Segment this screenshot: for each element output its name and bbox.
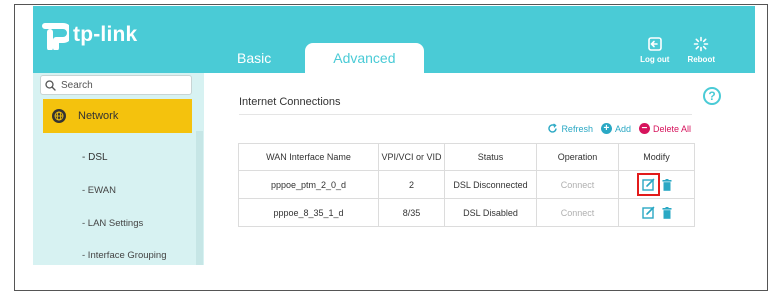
status-cell: DSL Disconnected bbox=[444, 170, 537, 199]
modify-cell bbox=[618, 198, 695, 227]
vpi-cell: 8/35 bbox=[378, 198, 445, 227]
logo-mark-icon bbox=[41, 20, 73, 51]
help-icon[interactable]: ? bbox=[703, 87, 721, 105]
sidebar-scrollbar[interactable] bbox=[196, 131, 203, 265]
sidebar-item-network-label: Network bbox=[78, 110, 119, 122]
refresh-label: Refresh bbox=[561, 123, 593, 134]
connect-button[interactable]: Connect bbox=[536, 198, 619, 227]
tp-link-logo[interactable]: tp-link bbox=[41, 20, 138, 51]
search-icon bbox=[45, 79, 56, 91]
search-box[interactable] bbox=[40, 75, 192, 95]
sidebar-item-dsl[interactable]: - DSL bbox=[82, 152, 108, 163]
top-actions: Log out Reboot bbox=[640, 36, 715, 64]
trash-icon[interactable] bbox=[662, 178, 672, 191]
table-actions: Refresh + Add − Delete All bbox=[547, 123, 691, 134]
sidebar-item-lan-settings[interactable]: - LAN Settings bbox=[82, 218, 143, 229]
vpi-cell: 2 bbox=[378, 170, 445, 199]
reboot-icon bbox=[693, 36, 709, 52]
logout-icon bbox=[647, 37, 662, 51]
sidebar-item-ewan[interactable]: - EWAN bbox=[82, 185, 116, 196]
sidebar-item-network[interactable]: Network bbox=[43, 99, 192, 133]
top-bar: tp-link Basic Advanced Log out Reboot bbox=[33, 6, 755, 73]
column-header: VPI/VCI or VID bbox=[378, 143, 445, 171]
logout-button[interactable]: Log out bbox=[640, 36, 669, 64]
plus-icon: + bbox=[600, 123, 612, 134]
status-cell: DSL Disabled bbox=[444, 198, 537, 227]
main-content: ? Internet Connections Refresh + Add − D… bbox=[204, 73, 755, 265]
edit-icon[interactable] bbox=[641, 205, 656, 220]
reboot-label: Reboot bbox=[687, 55, 715, 64]
logout-label: Log out bbox=[640, 55, 670, 64]
sidebar-item-interface-grouping[interactable]: - Interface Grouping bbox=[82, 250, 167, 261]
wan-name-cell: pppoe_ptm_2_0_d bbox=[238, 170, 379, 199]
connect-button[interactable]: Connect bbox=[536, 170, 619, 199]
delete-all-label: Delete All bbox=[652, 123, 691, 134]
globe-icon bbox=[52, 109, 66, 123]
modify-cell bbox=[618, 170, 695, 199]
tab-advanced[interactable]: Advanced bbox=[305, 43, 424, 73]
table-row: pppoe_ptm_2_0_d 2 DSL Disconnected Conne… bbox=[238, 170, 695, 199]
refresh-icon bbox=[548, 123, 558, 133]
column-header: Modify bbox=[618, 143, 695, 171]
edit-icon[interactable] bbox=[637, 173, 660, 196]
reboot-button[interactable]: Reboot bbox=[687, 36, 715, 64]
search-input[interactable] bbox=[61, 79, 181, 91]
main-tabs: Basic Advanced bbox=[223, 43, 424, 73]
minus-icon: − bbox=[638, 123, 650, 134]
tab-basic[interactable]: Basic bbox=[223, 43, 285, 73]
column-header: WAN Interface Name bbox=[238, 143, 379, 171]
add-button[interactable]: + Add bbox=[600, 123, 631, 134]
table-row: pppoe_8_35_1_d 8/35 DSL Disabled Connect bbox=[238, 198, 695, 227]
column-header: Operation bbox=[536, 143, 619, 171]
delete-all-button[interactable]: − Delete All bbox=[638, 123, 691, 134]
section-divider bbox=[239, 114, 692, 115]
column-header: Status bbox=[444, 143, 537, 171]
table-header-row: WAN Interface Name VPI/VCI or VID Status… bbox=[238, 143, 695, 171]
logo-text: tp-link bbox=[73, 23, 138, 46]
trash-icon[interactable] bbox=[662, 206, 672, 219]
wan-name-cell: pppoe_8_35_1_d bbox=[238, 198, 379, 227]
section-title: Internet Connections bbox=[239, 96, 341, 108]
refresh-button[interactable]: Refresh bbox=[547, 123, 593, 134]
sidebar: Network - DSL - EWAN - LAN Settings - In… bbox=[33, 73, 204, 265]
add-label: Add bbox=[614, 123, 631, 134]
connections-table: WAN Interface Name VPI/VCI or VID Status… bbox=[238, 143, 695, 227]
